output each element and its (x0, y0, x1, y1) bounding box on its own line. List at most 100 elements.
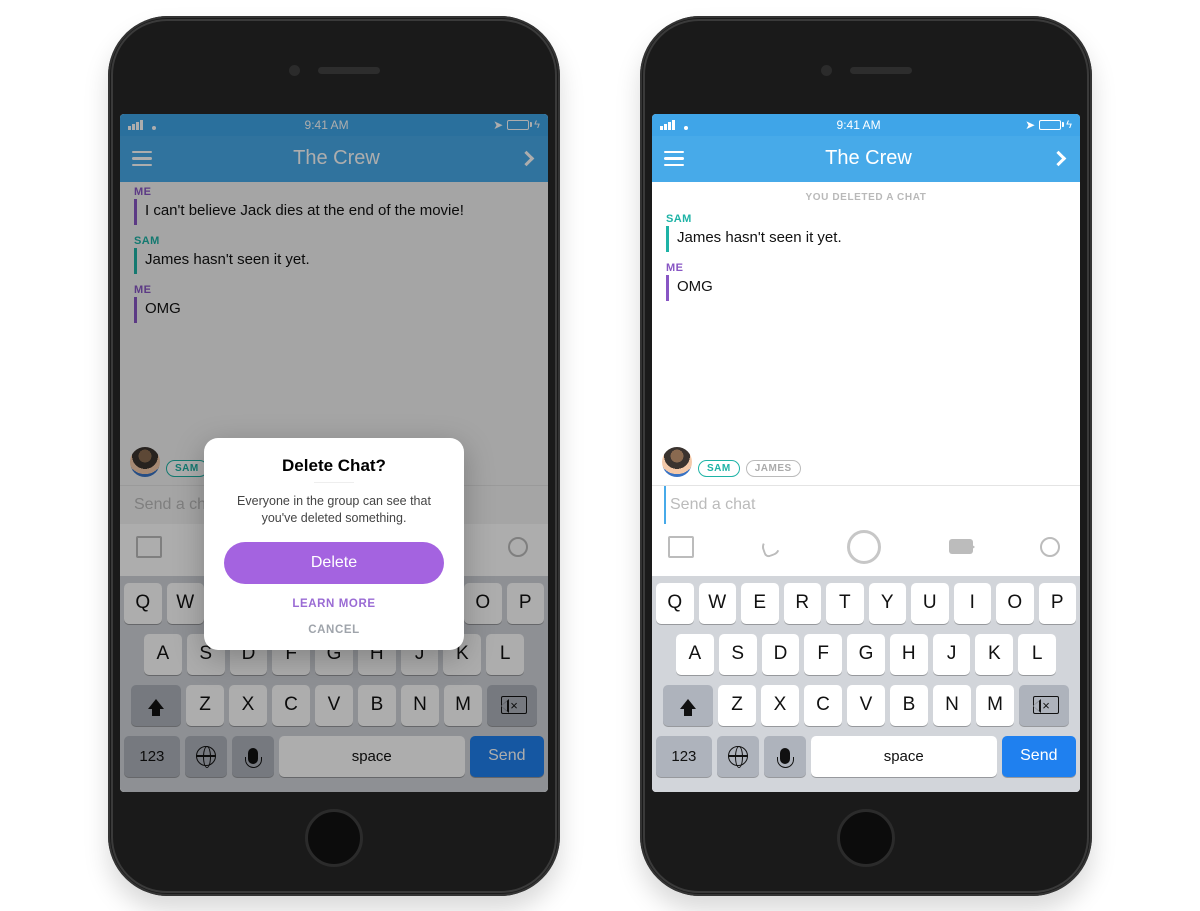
call-icon[interactable] (759, 535, 782, 558)
presence-pill-sam[interactable]: SAM (166, 460, 208, 477)
signal-icon (660, 120, 675, 130)
message-item[interactable]: ME OMG (652, 258, 1080, 307)
sender-label: ME (134, 186, 534, 198)
message-item[interactable]: SAM James hasn't seen it yet. (120, 231, 548, 280)
key[interactable]: A (676, 634, 714, 675)
key[interactable]: C (804, 685, 842, 726)
send-key[interactable]: Send (1002, 736, 1076, 777)
shift-key[interactable] (663, 685, 713, 726)
key[interactable]: F (804, 634, 842, 675)
key[interactable]: V (847, 685, 885, 726)
location-icon: ➤ (1025, 118, 1035, 132)
key[interactable]: X (229, 685, 267, 726)
key[interactable]: W (167, 583, 205, 624)
avatar[interactable] (130, 447, 160, 477)
key[interactable]: Q (124, 583, 162, 624)
key[interactable]: M (976, 685, 1014, 726)
cancel-button[interactable]: CANCEL (224, 614, 444, 640)
send-key[interactable]: Send (470, 736, 544, 777)
space-key[interactable]: space (279, 736, 465, 777)
modal-body: Everyone in the group can see that you'v… (224, 493, 444, 528)
key[interactable]: H (890, 634, 928, 675)
keyboard-row-4: 123 space Send (656, 736, 1076, 777)
mic-key[interactable] (232, 736, 274, 777)
message-item[interactable]: ME I can't believe Jack dies at the end … (120, 182, 548, 231)
key[interactable]: R (784, 583, 822, 624)
key[interactable]: J (933, 634, 971, 675)
key[interactable]: I (954, 583, 992, 624)
key[interactable]: W (699, 583, 737, 624)
key[interactable]: G (847, 634, 885, 675)
shift-key[interactable] (131, 685, 181, 726)
key[interactable]: Y (869, 583, 907, 624)
keyboard-row-4: 123 space Send (124, 736, 544, 777)
compose-bar (652, 485, 1080, 576)
globe-key[interactable] (185, 736, 227, 777)
numbers-key[interactable]: 123 (124, 736, 180, 777)
space-key[interactable]: space (811, 736, 997, 777)
presence-pill-sam[interactable]: SAM (698, 460, 740, 477)
key[interactable]: Z (718, 685, 756, 726)
chevron-right-icon[interactable] (1051, 151, 1067, 167)
key[interactable]: E (741, 583, 779, 624)
chevron-right-icon[interactable] (519, 151, 535, 167)
key[interactable]: S (719, 634, 757, 675)
key[interactable]: L (1018, 634, 1056, 675)
microphone-icon (248, 748, 258, 764)
menu-icon[interactable] (664, 151, 684, 167)
delete-chat-modal: Delete Chat? Everyone in the group can s… (204, 438, 464, 650)
camera-shutter-icon[interactable] (847, 530, 881, 564)
key[interactable]: K (975, 634, 1013, 675)
key[interactable]: X (761, 685, 799, 726)
status-time: 9:41 AM (837, 118, 881, 132)
chat-title: The Crew (293, 147, 380, 170)
learn-more-link[interactable]: LEARN MORE (224, 584, 444, 614)
key[interactable]: M (444, 685, 482, 726)
phone-speaker-area (120, 28, 548, 114)
chat-input[interactable] (664, 486, 1080, 524)
home-button[interactable] (305, 809, 363, 867)
wifi-icon (679, 120, 692, 130)
home-button[interactable] (837, 809, 895, 867)
video-icon[interactable] (949, 539, 973, 554)
message-text: James hasn't seen it yet. (134, 248, 534, 274)
key[interactable]: N (933, 685, 971, 726)
backspace-key[interactable]: × (487, 685, 537, 726)
key[interactable]: O (464, 583, 502, 624)
key[interactable]: B (358, 685, 396, 726)
mic-key[interactable] (764, 736, 806, 777)
modal-title: Delete Chat? (224, 456, 444, 476)
key[interactable]: L (486, 634, 524, 675)
avatar[interactable] (662, 447, 692, 477)
key[interactable]: Z (186, 685, 224, 726)
key[interactable]: V (315, 685, 353, 726)
delete-button[interactable]: Delete (224, 542, 444, 584)
key[interactable]: A (144, 634, 182, 675)
message-item[interactable]: ME OMG (120, 280, 548, 329)
chat-title: The Crew (825, 147, 912, 170)
gallery-icon[interactable] (140, 538, 162, 556)
globe-key[interactable] (717, 736, 759, 777)
presence-pill-james[interactable]: JAMES (746, 460, 801, 477)
key[interactable]: D (762, 634, 800, 675)
menu-icon[interactable] (132, 151, 152, 167)
globe-icon (196, 746, 216, 766)
backspace-key[interactable]: × (1019, 685, 1069, 726)
chat-body-right[interactable]: YOU DELETED A CHAT SAM James hasn't seen… (652, 182, 1080, 485)
sticker-icon[interactable] (508, 537, 528, 557)
key[interactable]: Q (656, 583, 694, 624)
sticker-icon[interactable] (1040, 537, 1060, 557)
key[interactable]: T (826, 583, 864, 624)
key[interactable]: U (911, 583, 949, 624)
key[interactable]: O (996, 583, 1034, 624)
keyboard-row-3: Z X C V B N M × (124, 685, 544, 726)
key[interactable]: B (890, 685, 928, 726)
gallery-icon[interactable] (672, 538, 694, 556)
message-item[interactable]: SAM James hasn't seen it yet. (652, 209, 1080, 258)
key[interactable]: P (1039, 583, 1077, 624)
key[interactable]: C (272, 685, 310, 726)
key[interactable]: P (507, 583, 545, 624)
keyboard[interactable]: Q W E R T Y U I O P A S D F G H J K L (652, 576, 1080, 792)
numbers-key[interactable]: 123 (656, 736, 712, 777)
key[interactable]: N (401, 685, 439, 726)
